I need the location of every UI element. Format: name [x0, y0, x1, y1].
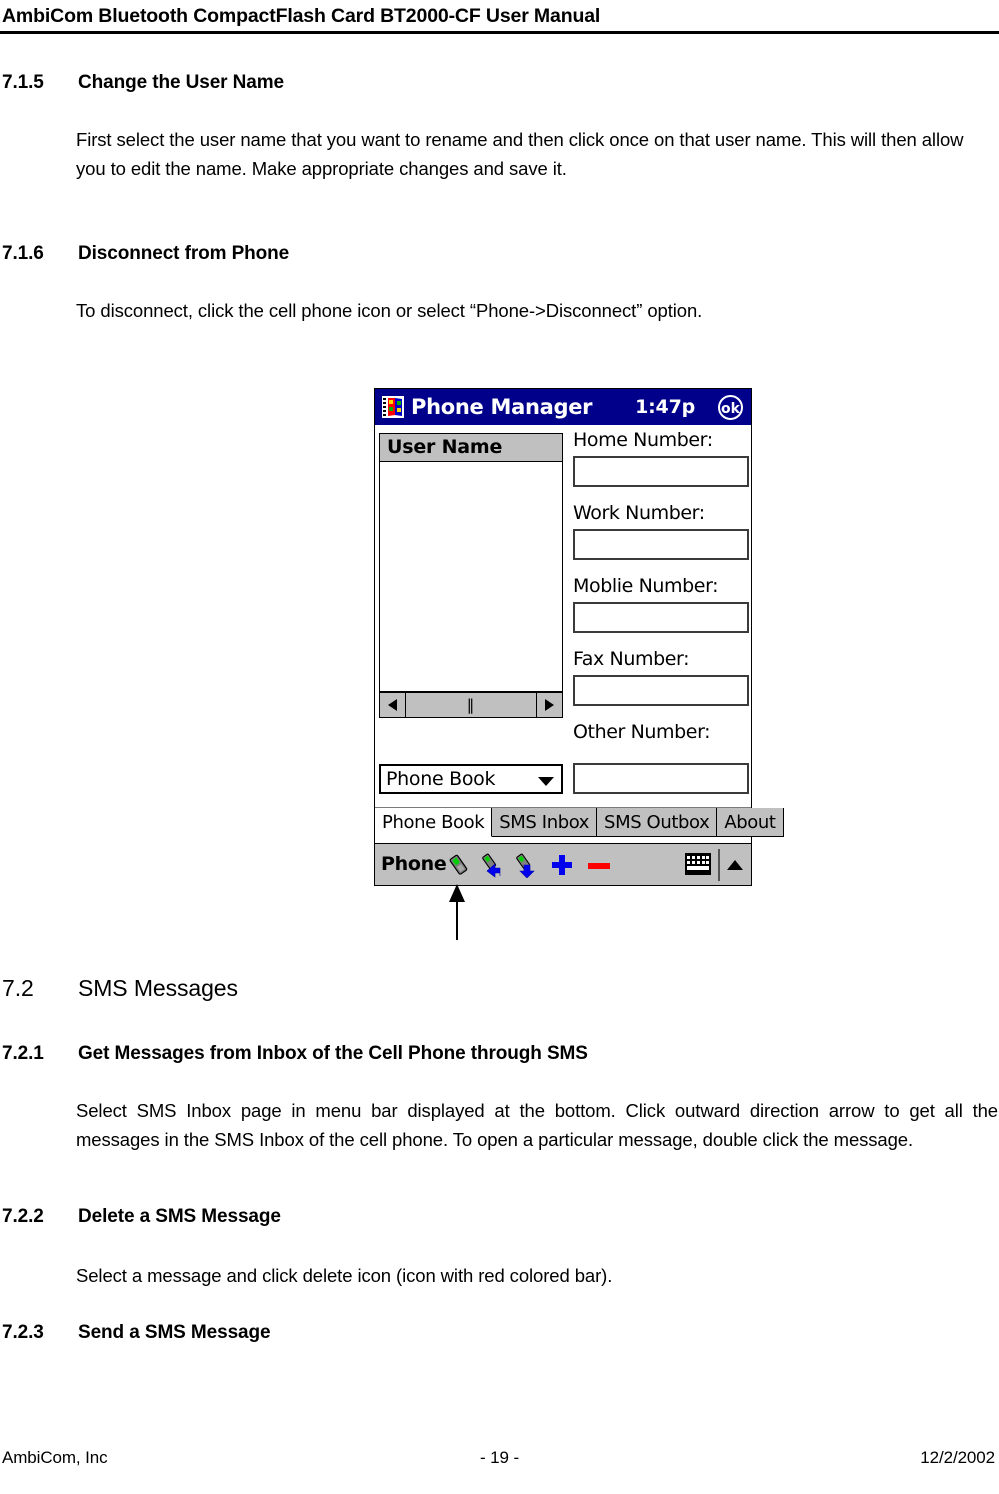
- heading-7-2-1: 7.2.1 Get Messages from Inbox of the Cel…: [2, 1043, 588, 1065]
- paragraph-7-2-2: Select a message and click delete icon (…: [76, 1265, 613, 1286]
- mobile-number-field[interactable]: [573, 602, 749, 633]
- document-header-title: AmbiCom Bluetooth CompactFlash Card BT20…: [2, 5, 601, 27]
- phone-book-dropdown[interactable]: Phone Book: [379, 764, 563, 794]
- heading-7-2-2-title: Delete a SMS Message: [78, 1206, 281, 1227]
- heading-7-2-3: 7.2.3 Send a SMS Message: [2, 1322, 271, 1344]
- pda-title-text: Phone Manager: [411, 395, 593, 419]
- tab-sms-inbox[interactable]: SMS Inbox: [492, 808, 598, 837]
- heading-7-2-title: SMS Messages: [78, 975, 238, 1001]
- footer-date: 12/2/2002: [920, 1448, 995, 1467]
- document-footer: AmbiCom, Inc - 19 - 12/2/2002: [0, 1448, 999, 1472]
- command-bar-separator: [718, 849, 720, 881]
- heading-7-1-5: 7.1.5 Change the User Name: [2, 72, 284, 94]
- header-rule: [0, 31, 999, 34]
- user-name-list-body[interactable]: [379, 462, 563, 692]
- document-header: AmbiCom Bluetooth CompactFlash Card BT20…: [0, 4, 999, 28]
- home-number-field[interactable]: [573, 456, 749, 487]
- windows-ce-app-icon: [382, 396, 404, 418]
- chevron-down-icon: [538, 777, 554, 786]
- heading-7-2-1-title: Get Messages from Inbox of the Cell Phon…: [78, 1043, 588, 1064]
- tab-about[interactable]: About: [717, 808, 784, 837]
- sms-send-outbox-icon[interactable]: [512, 852, 538, 878]
- home-number-label: Home Number:: [573, 429, 713, 451]
- pda-title-bar: Phone Manager 1:47p ok: [375, 389, 751, 425]
- paragraph-7-2-1: Select SMS Inbox page in menu bar displa…: [76, 1100, 998, 1150]
- phone-book-dropdown-value: Phone Book: [386, 768, 496, 790]
- heading-7-2-2-number: 7.2.2: [2, 1206, 44, 1227]
- keyboard-sip-icon[interactable]: [685, 853, 711, 875]
- user-list-horizontal-scrollbar[interactable]: ‖: [379, 692, 563, 718]
- user-name-list[interactable]: User Name ‖: [379, 433, 563, 723]
- phone-menu-button[interactable]: Phone: [381, 853, 447, 875]
- tab-phone-book[interactable]: Phone Book: [375, 808, 493, 837]
- heading-7-1-6: 7.1.6 Disconnect from Phone: [2, 243, 289, 265]
- heading-7-2-1-number: 7.2.1: [2, 1043, 44, 1064]
- mobile-number-label: Moblie Number:: [573, 575, 719, 597]
- sms-receive-inbox-icon[interactable]: [478, 852, 504, 878]
- document-page: AmbiCom Bluetooth CompactFlash Card BT20…: [0, 0, 999, 1494]
- delete-minus-icon[interactable]: [586, 852, 612, 878]
- heading-7-1-6-number: 7.1.6: [2, 243, 44, 264]
- scroll-left-icon[interactable]: [380, 693, 406, 717]
- tab-strip: Phone Book SMS Inbox SMS Outbox About: [375, 807, 784, 837]
- heading-7-2-3-title: Send a SMS Message: [78, 1322, 271, 1343]
- heading-7-1-6-title: Disconnect from Phone: [78, 243, 290, 264]
- heading-7-1-5-number: 7.1.5: [2, 72, 44, 93]
- tab-sms-outbox[interactable]: SMS Outbox: [597, 808, 718, 837]
- command-bar: Phone: [375, 843, 751, 885]
- user-name-column-header: User Name: [379, 433, 563, 462]
- scrollbar-thumb[interactable]: ‖: [406, 693, 536, 717]
- heading-7-2: 7.2 SMS Messages: [2, 975, 238, 1002]
- heading-7-1-5-title: Change the User Name: [78, 72, 285, 93]
- paragraph-7-1-6: To disconnect, click the cell phone icon…: [76, 300, 703, 321]
- cell-phone-connect-icon[interactable]: [445, 852, 471, 878]
- heading-7-2-number: 7.2: [2, 975, 34, 1001]
- sip-chevron-up-icon[interactable]: [727, 860, 743, 870]
- callout-arrow: [449, 884, 465, 940]
- work-number-field[interactable]: [573, 529, 749, 560]
- fax-number-field[interactable]: [573, 675, 749, 706]
- pda-clock: 1:47p: [635, 396, 695, 418]
- other-number-label: Other Number:: [573, 721, 711, 743]
- other-number-field[interactable]: [573, 763, 749, 794]
- paragraph-7-1-5: First select the user name that you want…: [76, 129, 964, 179]
- phone-manager-screenshot: Phone Manager 1:47p ok User Name ‖ Phone…: [374, 388, 784, 886]
- heading-7-2-3-number: 7.2.3: [2, 1322, 44, 1343]
- add-plus-icon[interactable]: [549, 852, 575, 878]
- scroll-right-icon[interactable]: [536, 693, 562, 717]
- ok-button[interactable]: ok: [718, 395, 743, 420]
- footer-page-number: - 19 -: [479, 1448, 520, 1467]
- fax-number-label: Fax Number:: [573, 648, 690, 670]
- heading-7-2-2: 7.2.2 Delete a SMS Message: [2, 1206, 281, 1228]
- work-number-label: Work Number:: [573, 502, 705, 524]
